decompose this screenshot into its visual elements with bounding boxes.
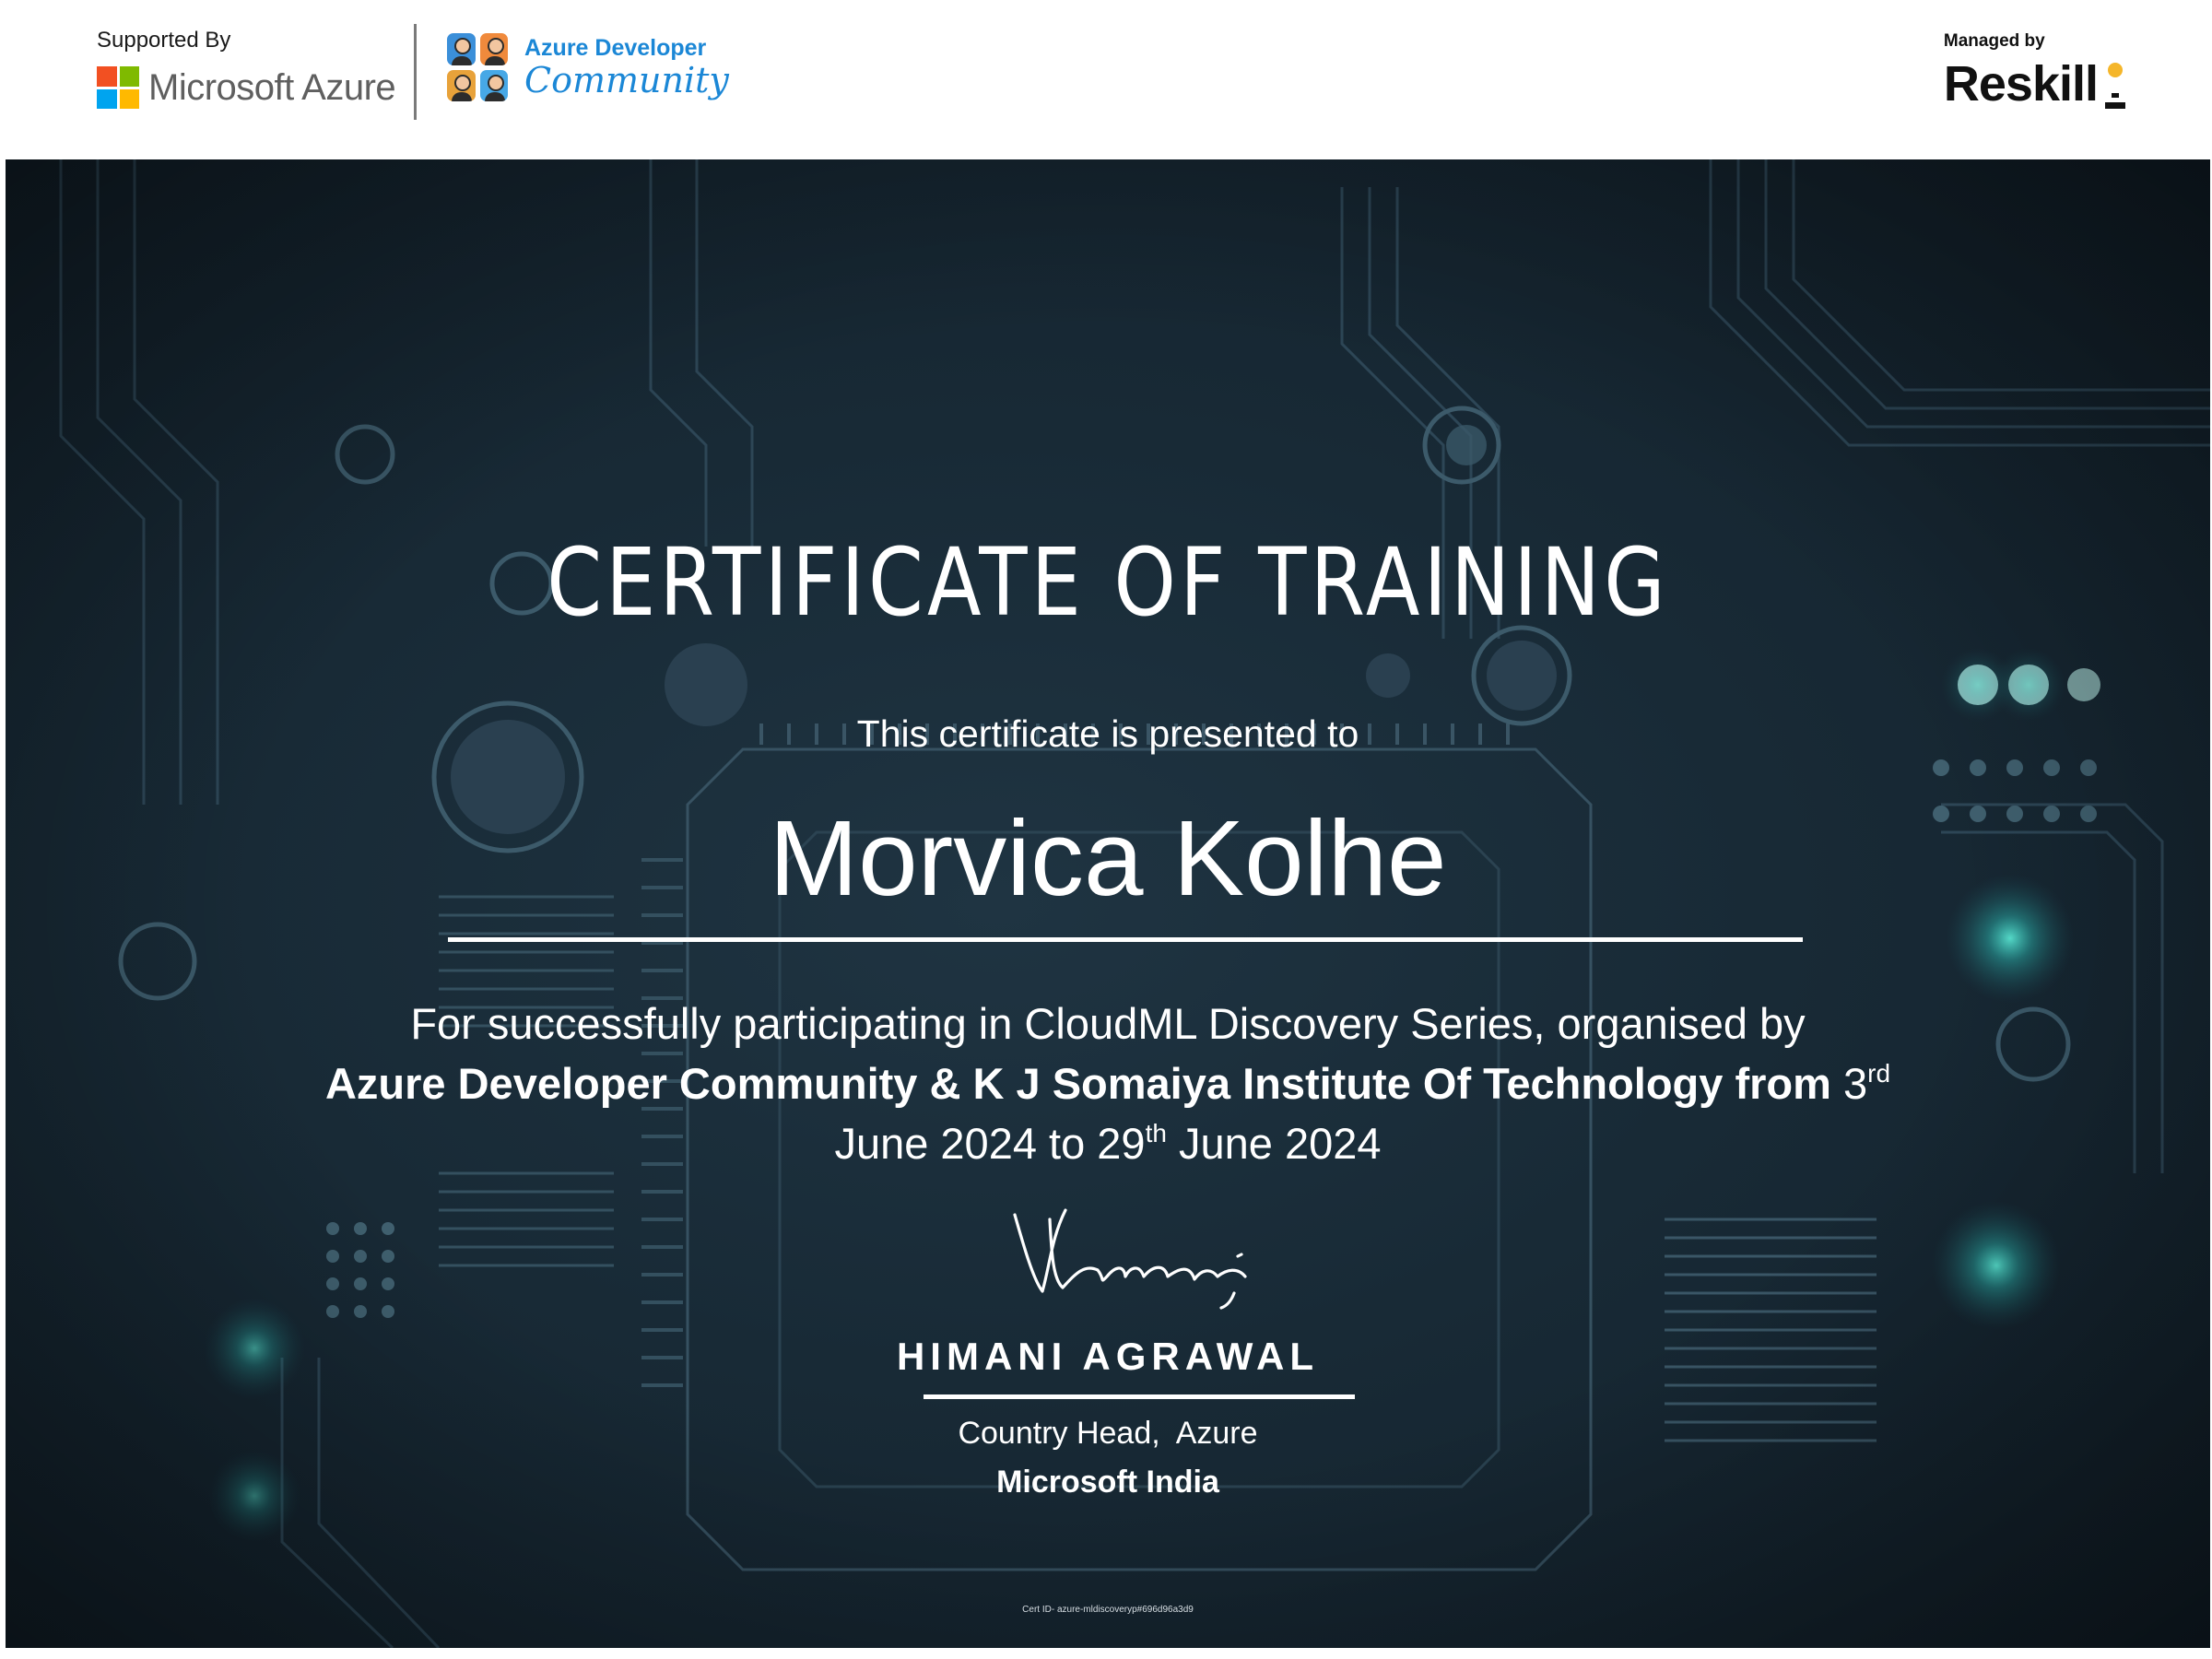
start-day: 3 [1842,1059,1868,1108]
start-day-suffix: rd [1867,1059,1891,1088]
certificate-title: CERTIFICATE OF TRAINING [547,528,1669,638]
microsoft-azure-name: Microsoft Azure [148,66,396,108]
end-day-suffix: th [1145,1119,1167,1147]
managed-by-label: Managed by [1943,31,2045,51]
certificate-body: CERTIFICATE OF TRAINING This certificate… [6,159,2210,1648]
azure-developer-community-logo: Azure Developer Community [447,33,729,101]
presented-to-text: This certificate is presented to [856,712,1359,755]
certificate-id: Cert ID- azure-mldiscoveryp#696d96a3d9 [1022,1605,1194,1615]
header-divider [414,24,417,120]
community-subtitle: Community [524,60,729,100]
community-avatars-icon [447,33,508,101]
end-date-rest: June 2024 [1179,1119,1382,1168]
community-title: Azure Developer [524,35,707,61]
recipient-underline [448,937,1803,942]
end-day: 29 [1097,1119,1146,1168]
managed-by-block: Managed by Reskill [1944,31,2129,109]
signer-name: HIMANI AGRAWAL [896,1335,1320,1378]
reskill-name: Reskill [1943,56,2099,112]
signer-role: Country Head, Azure [958,1416,1258,1451]
microsoft-logo-icon [97,66,139,109]
microsoft-azure-logo: Microsoft Azure [97,66,396,109]
recipient-name: Morvica Kolhe [769,798,1447,918]
certificate-header: Supported By Microsoft Azure Azure Devel… [0,0,2212,159]
supported-by-block: Supported By Microsoft Azure [97,28,396,109]
reskill-logo: Reskill [1944,59,2129,109]
organizer-names: Azure Developer Community & K J Somaiya … [324,1059,1831,1108]
supported-by-label: Supported By [97,28,231,53]
certificate-description: For successfully participating in CloudM… [190,994,2026,1173]
signer-underline [924,1394,1355,1399]
signer-organization: Microsoft India [996,1465,1219,1500]
reskill-bulb-icon [2101,63,2129,109]
description-line-1: For successfully participating in CloudM… [410,999,1806,1048]
start-date-rest: June 2024 to [834,1119,1086,1168]
handwritten-signature [1013,1208,1247,1310]
